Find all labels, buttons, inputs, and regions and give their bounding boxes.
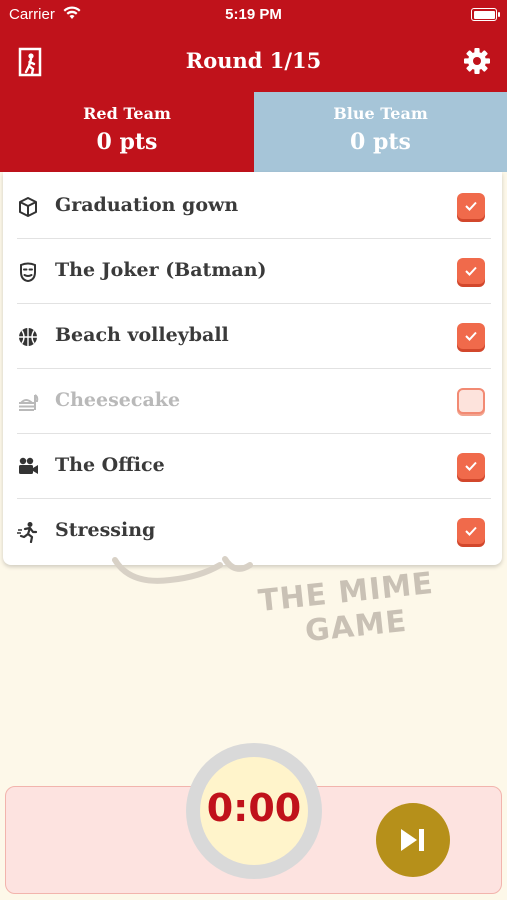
red-team-panel: Red Team 0 pts [0, 92, 254, 172]
food-icon [19, 394, 39, 411]
skip-forward-icon [401, 829, 424, 851]
checkbox[interactable] [457, 323, 485, 349]
game-logo: THE MIME GAME [100, 555, 440, 665]
clock: 5:19 PM [225, 6, 282, 23]
list-item[interactable]: The Joker (Batman) [17, 239, 491, 304]
round-title: Round 1/15 [185, 48, 322, 73]
checkbox[interactable] [457, 388, 485, 414]
ball-icon [19, 328, 37, 346]
word-label: Beach volleyball [55, 324, 229, 346]
team-name: Red Team [83, 104, 171, 123]
camera-icon [19, 457, 38, 474]
checkbox[interactable] [457, 518, 485, 544]
list-item[interactable]: The Office [17, 434, 491, 499]
timer-value: 0:00 [206, 786, 302, 830]
header: Round 1/15 [0, 30, 507, 92]
skip-button[interactable] [376, 803, 450, 877]
list-item[interactable]: Beach volleyball [17, 304, 491, 369]
word-label: Graduation gown [55, 194, 239, 216]
mask-icon [20, 262, 36, 283]
runner-icon [17, 522, 38, 543]
team-name: Blue Team [333, 104, 428, 123]
list-item[interactable]: Graduation gown [17, 174, 491, 239]
word-label: The Office [55, 454, 165, 476]
word-label: The Joker (Batman) [55, 259, 267, 281]
team-points: 0 pts [96, 129, 158, 155]
word-label: Stressing [55, 519, 156, 541]
checkbox[interactable] [457, 193, 485, 219]
team-scores: Red Team 0 pts Blue Team 0 pts [0, 92, 507, 172]
logo-mark-icon [112, 556, 253, 584]
gear-icon[interactable] [463, 47, 491, 75]
word-label: Cheesecake [55, 389, 181, 411]
team-points: 0 pts [350, 129, 411, 155]
word-list: Graduation gown The Joker (Batman) Beach… [3, 172, 502, 565]
battery-icon [471, 8, 500, 21]
status-bar: Carrier 5:19 PM [0, 0, 507, 30]
list-item[interactable]: Cheesecake [17, 369, 491, 434]
checkbox[interactable] [457, 453, 485, 479]
box-icon [19, 197, 37, 217]
timer[interactable]: 0:00 [200, 757, 308, 865]
blue-team-panel: Blue Team 0 pts [254, 92, 507, 172]
list-item[interactable]: Stressing [17, 499, 491, 563]
checkbox[interactable] [457, 258, 485, 284]
